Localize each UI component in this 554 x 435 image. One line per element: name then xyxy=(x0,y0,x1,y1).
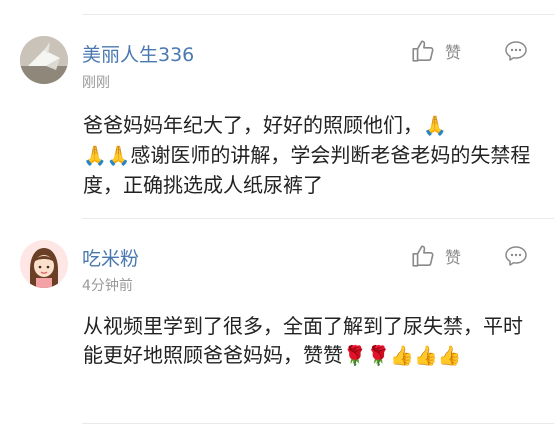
rose-emoji: 🌹 xyxy=(343,345,367,367)
avatar[interactable] xyxy=(20,36,68,84)
avatar[interactable] xyxy=(20,240,68,288)
thumbs-up-icon xyxy=(412,40,434,62)
thumbs-up-icon xyxy=(412,245,434,267)
comment-username[interactable]: 吃米粉 xyxy=(82,244,139,271)
reply-button[interactable] xyxy=(504,40,528,66)
like-label: 赞 xyxy=(445,43,462,62)
comment-timestamp: 刚刚 xyxy=(82,75,110,91)
comment-bubble-icon xyxy=(505,41,527,61)
thumbs-up-emoji: 👍 xyxy=(414,345,438,367)
comment-timestamp: 4分钟前 xyxy=(82,278,133,294)
comment-bubble-icon xyxy=(505,246,527,266)
comment-divider xyxy=(82,423,554,424)
paper-crane-icon xyxy=(20,36,68,84)
folded-hands-emoji: 🙏 xyxy=(83,145,107,167)
comment-text: 从视频里学到了很多，全面了解到了尿失禁，平时能更好地照顾爸爸妈妈，赞赞🌹🌹👍👍👍 xyxy=(83,312,533,371)
cartoon-girl-icon xyxy=(20,240,68,288)
thumbs-up-emoji: 👍 xyxy=(390,345,415,367)
rose-emoji: 🌹 xyxy=(366,345,391,367)
folded-hands-emoji: 🙏 xyxy=(106,145,131,167)
reply-button[interactable] xyxy=(504,245,528,271)
like-label: 赞 xyxy=(445,248,462,267)
thumbs-up-emoji: 👍 xyxy=(437,345,462,367)
like-button[interactable]: 赞 xyxy=(410,243,461,269)
comment-item: 吃米粉 4分钟前 赞 从视频里学到了很多，全面了解到了尿失禁，平时能更好地照顾爸… xyxy=(0,218,554,423)
folded-hands-emoji: 🙏 xyxy=(423,115,447,137)
like-button[interactable]: 赞 xyxy=(410,38,461,64)
comment-item: 美丽人生336 刚刚 赞 爸爸妈妈年纪大了，好好的照顾他们，🙏 🙏🙏感谢医师的讲解… xyxy=(0,0,554,218)
comment-text: 爸爸妈妈年纪大了，好好的照顾他们，🙏 🙏🙏感谢医师的讲解，学会判断老爸老妈的失禁程… xyxy=(83,113,531,197)
comment-username[interactable]: 美丽人生336 xyxy=(82,40,194,67)
